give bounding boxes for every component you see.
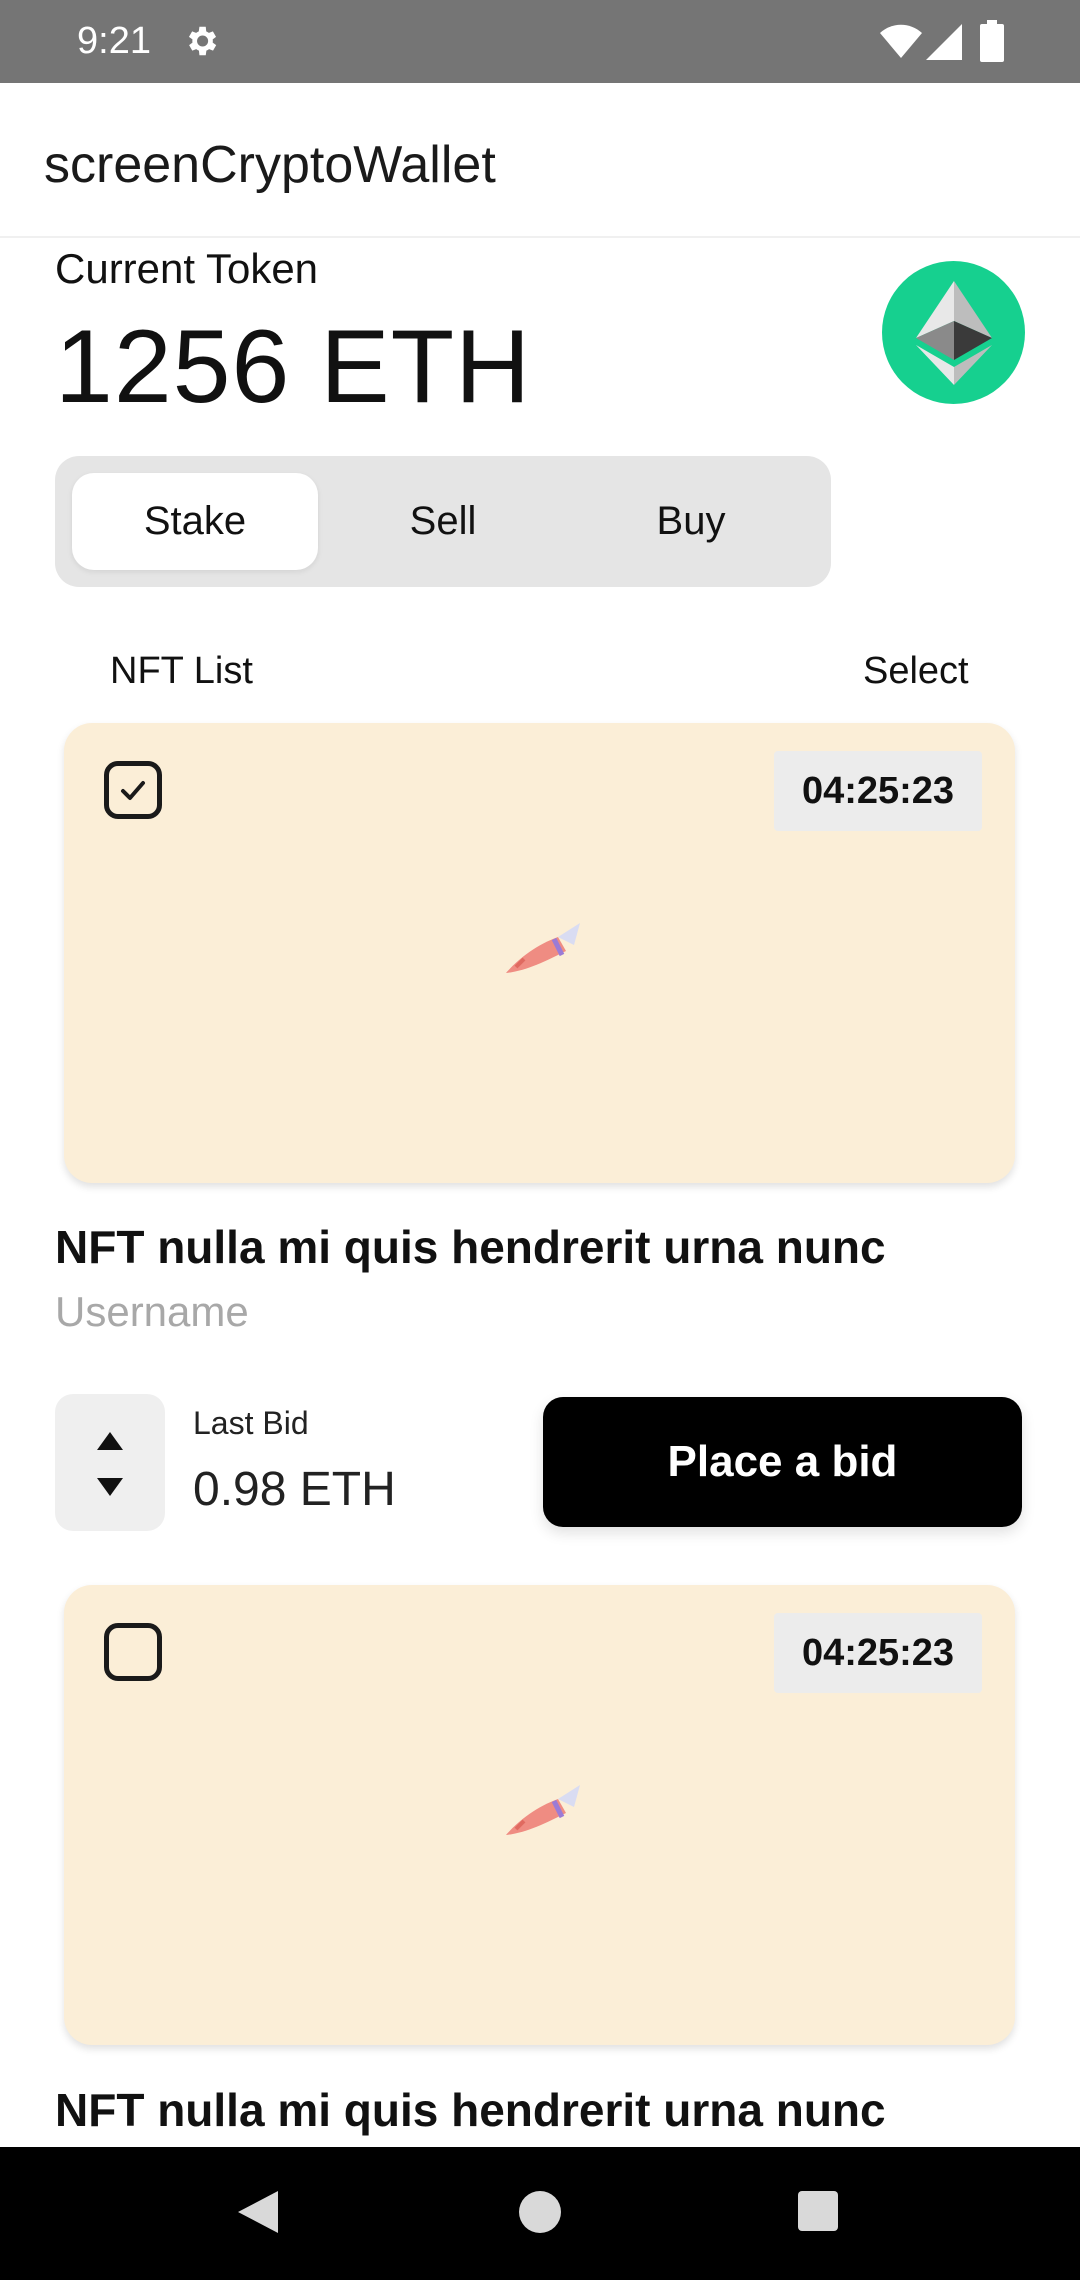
nft-title: NFT nulla mi quis hendrerit urna nunc [55, 2084, 886, 2136]
select-link[interactable]: Select [863, 650, 969, 693]
place-bid-button[interactable]: Place a bid [543, 1397, 1022, 1527]
auction-timer: 04:25:23 [774, 751, 982, 831]
battery-icon [980, 20, 1004, 62]
action-segmented-control: Stake Sell Buy [55, 456, 831, 587]
nft-card[interactable]: 04:25:23 [64, 723, 1015, 1183]
back-icon[interactable] [236, 2189, 280, 2235]
segment-sell[interactable]: Sell [320, 473, 566, 570]
nft-checkbox-checked[interactable] [104, 761, 162, 819]
crypto-wallet-screen: 9:21 screenCryptoWallet Current Token 12… [0, 0, 1080, 2280]
recents-icon[interactable] [798, 2191, 838, 2231]
arrow-down-icon[interactable] [95, 1476, 125, 1498]
gear-icon [188, 26, 217, 56]
check-icon [121, 781, 145, 800]
token-balance: 1256 ETH [55, 309, 532, 425]
auction-timer: 04:25:23 [774, 1613, 982, 1693]
segment-stake[interactable]: Stake [72, 473, 318, 570]
signal-icon [926, 24, 962, 60]
system-navigation-bar [0, 2147, 1080, 2280]
arrow-up-icon[interactable] [95, 1430, 125, 1452]
current-token-label: Current Token [55, 245, 319, 292]
nft-username[interactable]: Username [55, 1288, 249, 1336]
ethereum-icon [916, 281, 992, 385]
app-title: screenCryptoWallet [44, 136, 496, 194]
rocket-icon [506, 923, 580, 973]
last-bid-label: Last Bid [193, 1405, 309, 1441]
wifi-icon [880, 24, 922, 58]
nft-list-title: NFT List [110, 650, 253, 692]
bid-stepper[interactable] [55, 1394, 165, 1531]
rocket-icon [506, 1785, 580, 1835]
last-bid-value: 0.98 ETH [193, 1463, 396, 1516]
home-icon[interactable] [519, 2191, 561, 2233]
nft-title: NFT nulla mi quis hendrerit urna nunc [55, 1221, 886, 1273]
status-bar: 9:21 [0, 0, 1080, 83]
status-time: 9:21 [77, 20, 151, 62]
app-bar: screenCryptoWallet [0, 83, 1080, 238]
segment-buy[interactable]: Buy [568, 473, 814, 570]
ethereum-badge [882, 261, 1025, 404]
nft-card[interactable]: 04:25:23 [64, 1585, 1015, 2045]
nft-checkbox-unchecked[interactable] [104, 1623, 162, 1681]
